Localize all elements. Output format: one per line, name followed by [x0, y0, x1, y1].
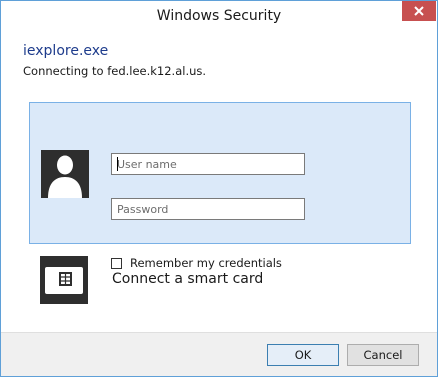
user-silhouette-icon: [41, 150, 89, 198]
smart-card-icon: [40, 256, 88, 304]
connecting-text: Connecting to fed.lee.k12.al.us.: [23, 64, 207, 78]
smart-card-tile[interactable]: Connect a smart card: [29, 249, 411, 309]
title-bar[interactable]: Windows Security: [1, 1, 437, 31]
button-bar: OK Cancel: [1, 332, 437, 376]
ok-button[interactable]: OK: [267, 344, 339, 366]
smart-card-label: Connect a smart card: [112, 271, 264, 287]
app-name: iexplore.exe: [23, 43, 109, 59]
password-input[interactable]: [111, 198, 305, 220]
text-caret: [117, 157, 118, 171]
username-input[interactable]: [111, 153, 305, 175]
close-x-icon: [414, 6, 424, 16]
dialog-content: iexplore.exe Connecting to fed.lee.k12.a…: [1, 31, 437, 332]
close-button[interactable]: [402, 1, 436, 21]
dialog-title: Windows Security: [156, 8, 282, 24]
credential-tile[interactable]: Remember my credentials: [29, 102, 411, 270]
cancel-button[interactable]: Cancel: [347, 344, 419, 366]
windows-security-dialog: Windows Security iexplore.exe Connecting…: [0, 0, 438, 377]
